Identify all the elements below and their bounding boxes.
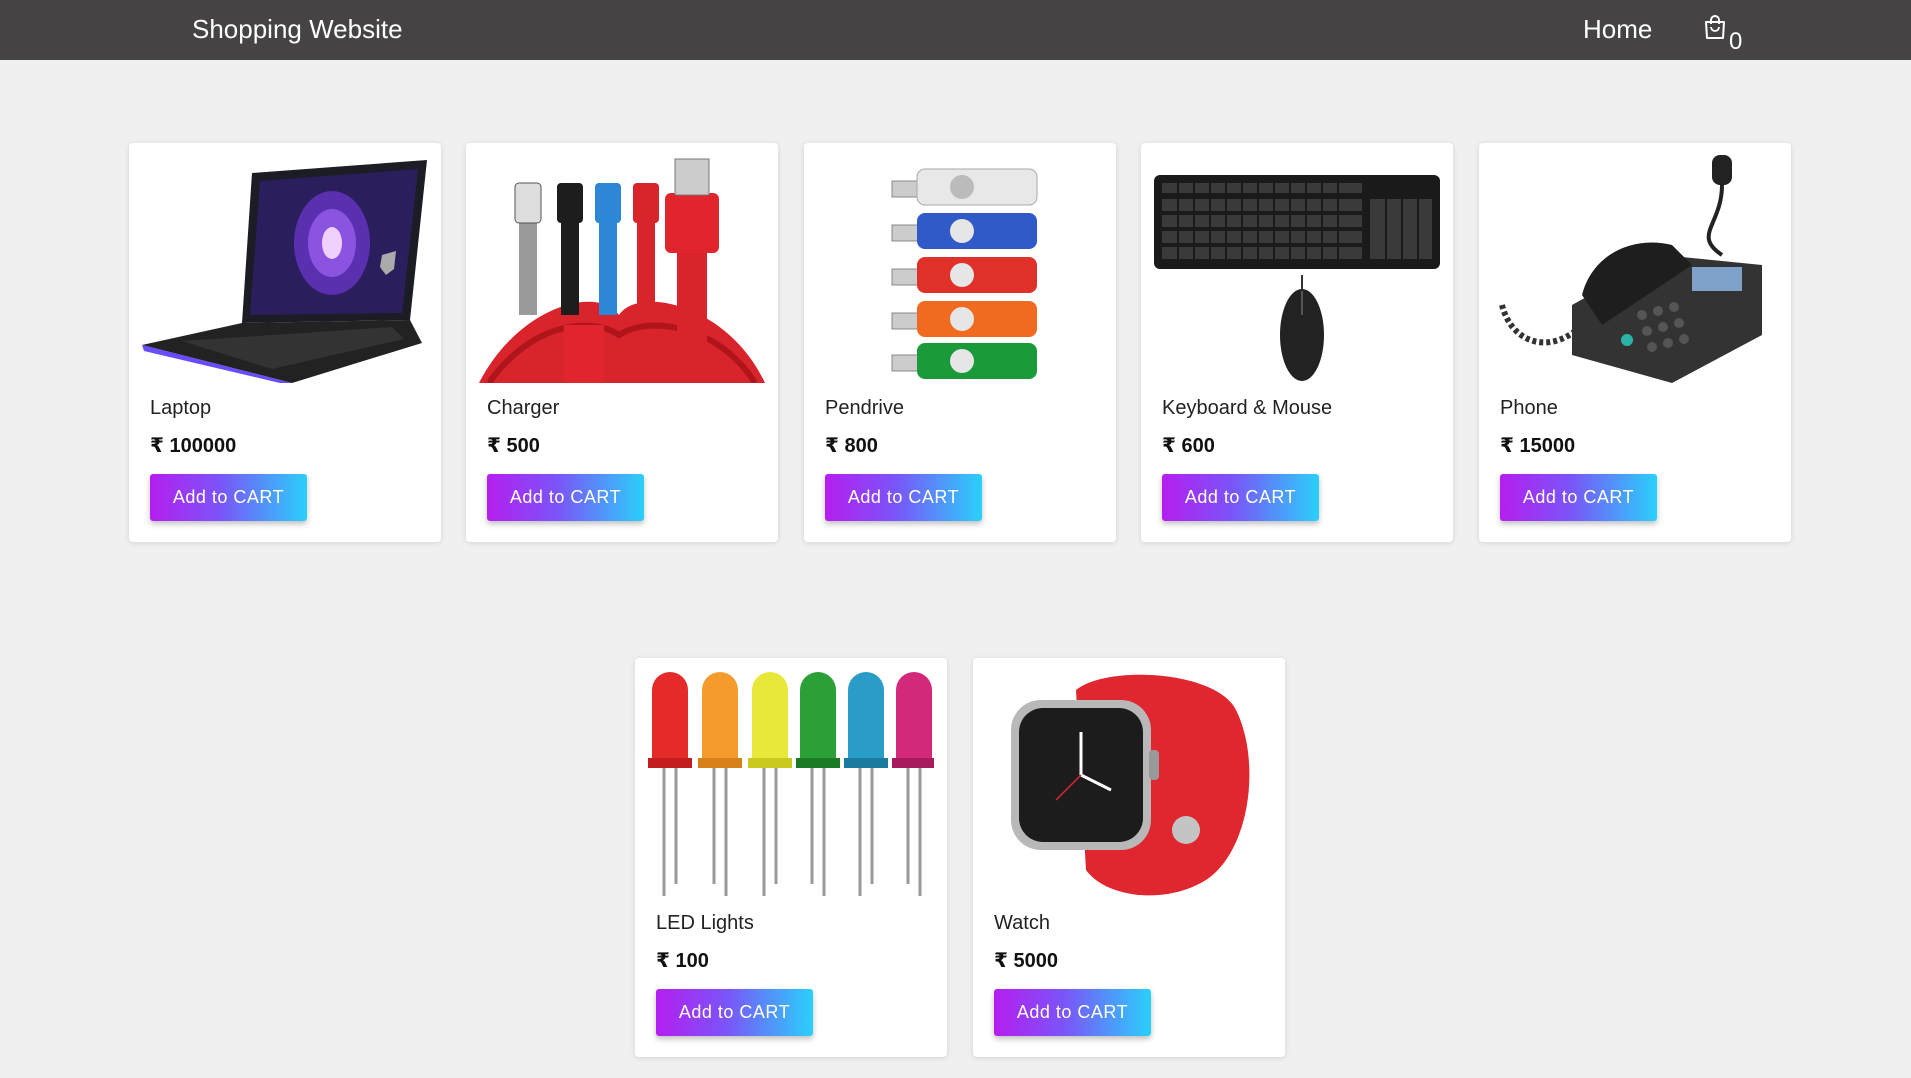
product-name: LED Lights (656, 912, 754, 934)
navbar: Shopping Website Home 0 (0, 0, 1911, 60)
product-card-phone: Phone ₹ 15000 Add to CART (1479, 143, 1791, 542)
product-card-pendrive: Pendrive ₹ 800 Add to CART (804, 143, 1116, 542)
laptop-image (142, 155, 428, 383)
product-name: Charger (487, 397, 560, 419)
product-price: ₹ 500 (487, 435, 540, 457)
product-card-watch: Watch ₹ 5000 Add to CART (973, 658, 1285, 1057)
product-price: ₹ 100000 (150, 435, 237, 457)
add-to-cart-button[interactable]: Add to CART (994, 989, 1151, 1036)
add-to-cart-button[interactable]: Add to CART (825, 474, 982, 521)
cart-button[interactable]: 0 (1703, 14, 1742, 55)
add-to-cart-button[interactable]: Add to CART (487, 474, 644, 521)
watch-image (986, 670, 1272, 898)
product-price: ₹ 5000 (994, 950, 1058, 972)
add-to-cart-button[interactable]: Add to CART (656, 989, 813, 1036)
product-card-keyboard-mouse: Keyboard & Mouse ₹ 600 Add to CART (1141, 143, 1453, 542)
add-to-cart-button[interactable]: Add to CART (150, 474, 307, 521)
product-card-charger: Charger ₹ 500 Add to CART (466, 143, 778, 542)
brand-title[interactable]: Shopping Website (192, 14, 403, 45)
product-card-laptop: Laptop ₹ 100000 Add to CART (129, 143, 441, 542)
phone-image (1492, 155, 1778, 383)
add-to-cart-button[interactable]: Add to CART (1162, 474, 1319, 521)
product-name: Pendrive (825, 397, 904, 419)
add-to-cart-button[interactable]: Add to CART (1500, 474, 1657, 521)
keyboard-mouse-image (1154, 155, 1440, 383)
shopping-bag-icon (1703, 14, 1727, 39)
pendrive-image (817, 155, 1103, 383)
product-price: ₹ 15000 (1500, 435, 1576, 457)
charger-image (479, 155, 765, 383)
cart-count: 0 (1729, 28, 1743, 55)
product-name: Keyboard & Mouse (1162, 397, 1333, 419)
product-price: ₹ 100 (656, 950, 709, 972)
product-name: Watch (994, 912, 1050, 934)
product-card-led-lights: LED Lights ₹ 100 Add to CART (635, 658, 947, 1057)
product-name: Phone (1500, 397, 1558, 419)
led-lights-image (648, 670, 934, 898)
nav-home-link[interactable]: Home (1583, 14, 1652, 45)
product-price: ₹ 800 (825, 435, 878, 457)
product-name: Laptop (150, 397, 212, 419)
product-price: ₹ 600 (1162, 435, 1215, 457)
